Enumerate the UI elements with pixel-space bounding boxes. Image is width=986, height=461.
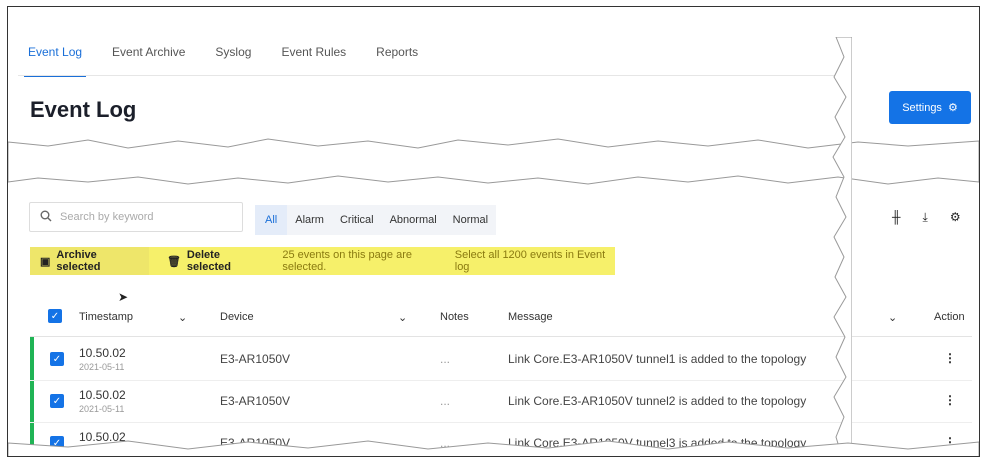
trash-icon: 🗑 <box>166 255 181 268</box>
archive-icon: ▣ <box>40 255 51 268</box>
row-notes: ... <box>440 394 451 408</box>
settings-label: Settings <box>902 101 942 114</box>
filter-tabs: All Alarm Critical Abnormal Normal <box>255 205 497 235</box>
gear-icon: ⚙ <box>947 102 958 114</box>
sort-timestamp-icon[interactable]: ⌄ <box>178 311 187 324</box>
row-time: 10.50.02 <box>79 346 126 360</box>
select-all-link[interactable]: Select all 1200 events in Event log <box>455 249 615 273</box>
row-message: Link Core.E3-AR1050V tunnel1 is added to… <box>508 352 807 366</box>
selection-bar: ▣ Archive selected 🗑 Delete selected 25 … <box>30 247 615 275</box>
row-checkbox[interactable]: ✓ <box>50 352 64 366</box>
settings-button[interactable]: Settings ⚙ <box>889 91 971 124</box>
more-options-icon[interactable]: ⋮ <box>944 393 956 407</box>
filter-all[interactable]: All <box>255 205 288 235</box>
sort-device-icon[interactable]: ⌄ <box>398 311 407 324</box>
filter-critical[interactable]: Critical <box>332 214 382 226</box>
row-date: 2021-05-11 <box>79 362 125 372</box>
col-message: Message <box>508 311 553 323</box>
torn-edge-vertical <box>832 37 852 456</box>
torn-edge-bottom <box>8 440 979 456</box>
row-date: 2021-05-11 <box>79 404 125 414</box>
tab-event-log[interactable]: Event Log <box>23 45 87 77</box>
row-device: E3-AR1050V <box>220 394 291 408</box>
select-all-checkbox[interactable]: ✓ <box>48 309 62 323</box>
tab-event-archive[interactable]: Event Archive <box>112 45 185 75</box>
app-frame: Event Log Event Archive Syslog Event Rul… <box>7 6 980 457</box>
search-input[interactable]: Search by keyword <box>29 202 243 232</box>
filter-alarm[interactable]: Alarm <box>287 214 332 226</box>
row-checkbox[interactable]: ✓ <box>50 394 64 408</box>
archive-label: Archive selected <box>56 249 101 273</box>
delete-selected-button[interactable]: 🗑 Delete selected <box>157 247 272 275</box>
col-device[interactable]: Device <box>220 311 254 323</box>
filter-abnormal[interactable]: Abnormal <box>382 214 445 226</box>
tab-event-rules[interactable]: Event Rules <box>281 45 346 75</box>
row-time: 10.50.02 <box>79 388 126 402</box>
tab-syslog[interactable]: Syslog <box>215 45 251 75</box>
col-notes: Notes <box>440 311 469 323</box>
tab-divider <box>18 75 838 76</box>
gear-icon[interactable]: ⚙ <box>950 210 961 225</box>
page-title: Event Log <box>30 97 137 122</box>
col-action: Action <box>934 311 965 323</box>
tab-reports[interactable]: Reports <box>376 45 418 75</box>
sort-icon[interactable]: ⌄ <box>888 311 897 324</box>
row-device: E3-AR1050V <box>220 352 291 366</box>
selection-message: 25 events on this page are selected. <box>282 249 412 273</box>
row-notes: ... <box>440 352 451 366</box>
filter-normal[interactable]: Normal <box>445 214 496 226</box>
archive-selected-button[interactable]: ▣ Archive selected <box>30 247 149 275</box>
row-message: Link Core.E3-AR1050V tunnel2 is added to… <box>508 394 807 408</box>
search-icon <box>40 210 52 225</box>
delete-label: Delete selected <box>186 249 231 273</box>
col-timestamp[interactable]: Timestamp <box>79 311 133 323</box>
download-icon[interactable]: ⤓ <box>923 210 928 225</box>
more-options-icon[interactable]: ⋮ <box>944 351 956 365</box>
waveform-icon[interactable]: ╫ <box>892 210 901 225</box>
search-placeholder: Search by keyword <box>60 211 154 223</box>
tab-bar: Event Log Event Archive Syslog Event Rul… <box>23 45 418 77</box>
toolbar-icons: ╫ ⤓ ⚙ <box>892 210 961 225</box>
